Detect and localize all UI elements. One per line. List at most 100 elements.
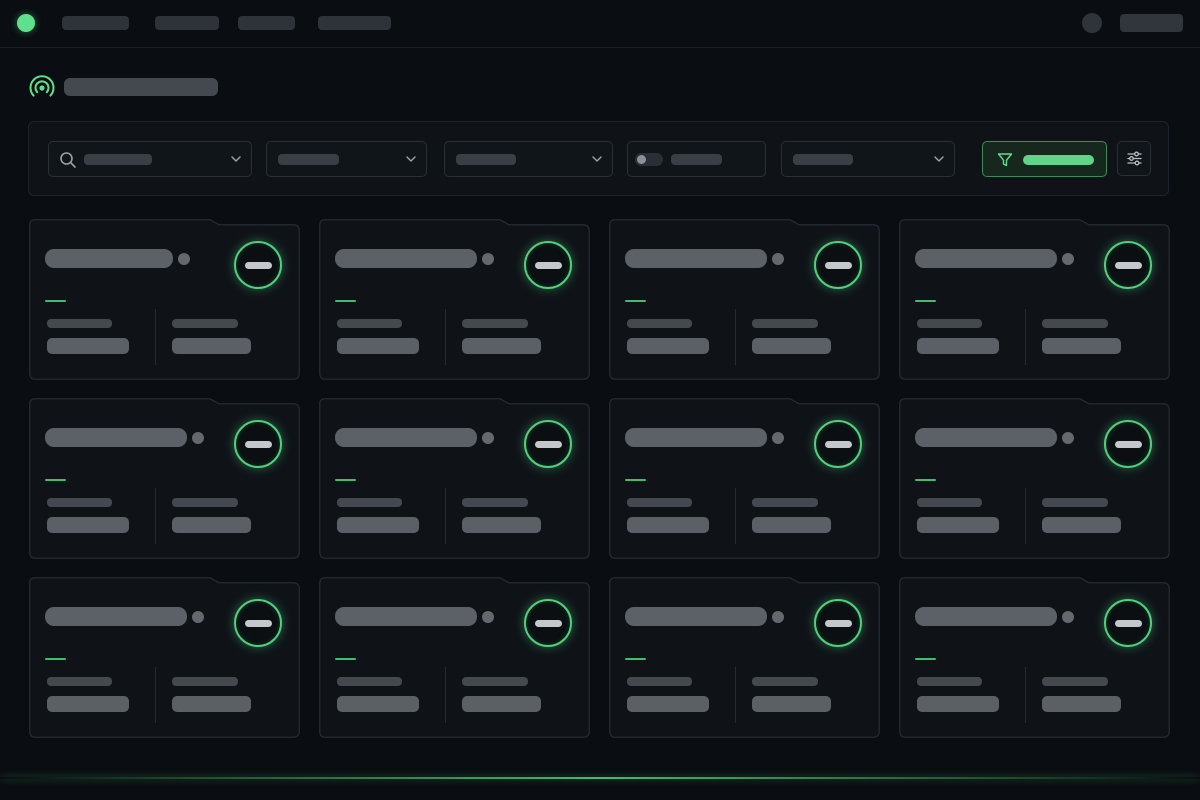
card-info-dot-icon[interactable] [1062, 253, 1074, 265]
card-stat-1-label [627, 677, 692, 686]
card-accent-line [625, 479, 646, 481]
card-stat-2-label [172, 498, 238, 507]
card-4[interactable] [899, 219, 1171, 381]
card-stat-2-value [172, 338, 251, 354]
card-stat-2-label [752, 319, 818, 328]
card-title [625, 428, 767, 447]
card-stat-1-value [917, 517, 999, 533]
card-1[interactable] [29, 219, 301, 381]
card-stat-2-value [752, 338, 831, 354]
card-stat-2-label [752, 498, 818, 507]
card-11[interactable] [609, 577, 881, 739]
card-stat-1-label [337, 319, 402, 328]
card-7[interactable] [609, 398, 881, 560]
card-status-ring [234, 599, 282, 647]
card-info-dot-icon[interactable] [772, 611, 784, 623]
card-accent-line [45, 479, 66, 481]
card-divider [1025, 488, 1026, 544]
card-divider [445, 667, 446, 723]
card-stat-2-label [752, 677, 818, 686]
card-info-dot-icon[interactable] [192, 611, 204, 623]
card-stat-1-label [47, 498, 112, 507]
card-status-ring [814, 241, 862, 289]
bottom-accent-glow [0, 777, 1200, 779]
card-stat-1-value [337, 696, 419, 712]
card-title [625, 249, 767, 268]
card-8[interactable] [899, 398, 1171, 560]
card-title [45, 428, 187, 447]
card-accent-line [45, 658, 66, 660]
card-status-ring [1104, 420, 1152, 468]
card-status-ring [234, 420, 282, 468]
card-10[interactable] [319, 577, 591, 739]
card-info-dot-icon[interactable] [482, 611, 494, 623]
card-stat-2-label [172, 319, 238, 328]
card-stat-1-label [917, 319, 982, 328]
card-stat-1-label [917, 498, 982, 507]
card-accent-line [335, 300, 356, 302]
card-stat-1-value [337, 338, 419, 354]
card-status-value [1115, 262, 1142, 269]
card-9[interactable] [29, 577, 301, 739]
card-stat-1-value [917, 696, 999, 712]
card-status-ring [524, 599, 572, 647]
card-accent-line [915, 300, 936, 302]
card-12[interactable] [899, 577, 1171, 739]
card-title [915, 607, 1057, 626]
card-stat-2-label [172, 677, 238, 686]
card-info-dot-icon[interactable] [192, 432, 204, 444]
card-stat-1-value [47, 338, 129, 354]
card-title [335, 249, 477, 268]
card-status-value [245, 262, 272, 269]
card-status-value [825, 620, 852, 627]
card-status-value [245, 620, 272, 627]
card-stat-2-label [462, 319, 528, 328]
card-status-value [1115, 441, 1142, 448]
card-stat-2-label [1042, 319, 1108, 328]
card-stat-1-label [47, 319, 112, 328]
card-divider [735, 309, 736, 365]
card-divider [1025, 309, 1026, 365]
card-status-value [535, 620, 562, 627]
card-grid [0, 0, 1200, 800]
card-stat-1-value [627, 338, 709, 354]
card-status-ring [1104, 599, 1152, 647]
card-info-dot-icon[interactable] [772, 253, 784, 265]
card-status-ring [234, 241, 282, 289]
card-stat-1-label [627, 319, 692, 328]
card-title [45, 607, 187, 626]
card-stat-2-value [462, 517, 541, 533]
card-info-dot-icon[interactable] [772, 432, 784, 444]
card-divider [735, 667, 736, 723]
card-info-dot-icon[interactable] [482, 432, 494, 444]
card-stat-2-value [172, 517, 251, 533]
card-info-dot-icon[interactable] [1062, 432, 1074, 444]
card-divider [1025, 667, 1026, 723]
card-3[interactable] [609, 219, 881, 381]
card-info-dot-icon[interactable] [1062, 611, 1074, 623]
card-status-value [245, 441, 272, 448]
card-info-dot-icon[interactable] [482, 253, 494, 265]
card-accent-line [45, 300, 66, 302]
card-stat-1-label [627, 498, 692, 507]
card-stat-2-label [1042, 498, 1108, 507]
card-2[interactable] [319, 219, 591, 381]
card-status-ring [814, 420, 862, 468]
card-6[interactable] [319, 398, 591, 560]
card-status-ring [524, 241, 572, 289]
card-stat-2-value [462, 696, 541, 712]
card-info-dot-icon[interactable] [178, 253, 190, 265]
card-stat-1-value [47, 517, 129, 533]
card-accent-line [335, 658, 356, 660]
card-divider [155, 309, 156, 365]
card-status-ring [524, 420, 572, 468]
card-stat-1-value [917, 338, 999, 354]
card-accent-line [625, 300, 646, 302]
card-status-value [535, 262, 562, 269]
card-status-value [825, 441, 852, 448]
card-stat-1-label [917, 677, 982, 686]
card-5[interactable] [29, 398, 301, 560]
card-stat-2-value [1042, 338, 1121, 354]
card-title [335, 607, 477, 626]
card-accent-line [915, 658, 936, 660]
